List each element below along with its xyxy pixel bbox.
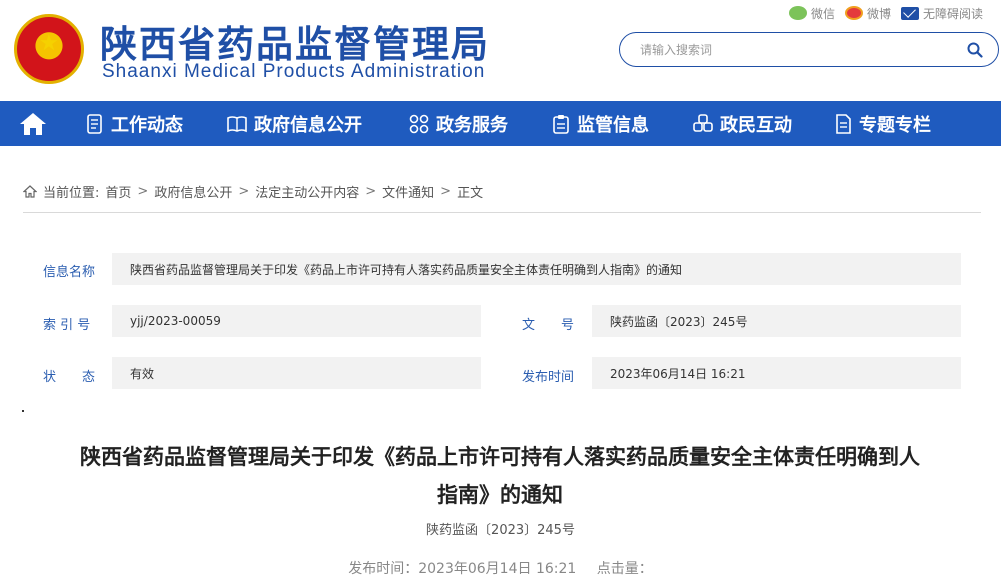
accessibility-label: 无障碍阅读 (922, 6, 983, 21)
breadcrumb-notices[interactable]: 文件通知 (382, 182, 434, 201)
wechat-label: 微信 (810, 6, 835, 21)
nav-item-label: 政民互动 (720, 114, 792, 136)
nav-home[interactable] (0, 101, 66, 146)
nav-item-interaction[interactable]: 政民互动 (693, 101, 792, 146)
info-date-label: 发布时间 (522, 370, 575, 385)
breadcrumb-gov-info[interactable]: 政府信息公开 (154, 182, 232, 201)
nav-item-label: 政务服务 (436, 114, 508, 136)
search-icon[interactable] (967, 42, 983, 58)
info-docno-value: 陕药监函〔2023〕245号 (592, 305, 961, 337)
article-meta: 发布时间：2023年06月14日 16:21 点击量： (0, 558, 1001, 578)
info-name-value: 陕西省药品监督管理局关于印发《药品上市许可持有人落实药品质量安全主体责任明确到人… (112, 253, 961, 285)
wechat-icon (788, 6, 807, 20)
info-docno-label: 文 号 (522, 318, 575, 333)
article-title-line2: 指南》的通知 (437, 483, 563, 507)
accessibility-link[interactable]: 无障碍阅读 (900, 5, 983, 22)
weibo-link[interactable]: 微博 (844, 5, 891, 22)
breadcrumb-prefix: 当前位置: (43, 186, 100, 201)
document-icon (87, 113, 102, 134)
article-title-line1: 陕西省药品监督管理局关于印发《药品上市许可持有人落实药品质量安全主体责任明确到人 (80, 445, 920, 469)
article-clicks-label: 点击量： (596, 561, 653, 577)
article-publish-time: 发布时间：2023年06月14日 16:21 (348, 561, 577, 577)
breadcrumb-home[interactable]: 首页 (105, 182, 131, 201)
site-header: 陕西省药品监督管理局 Shaanxi Medical Products Admi… (0, 0, 1001, 101)
site-title-en: Shaanxi Medical Products Administration (102, 61, 486, 82)
grid-icon (409, 114, 429, 133)
search-box (619, 32, 999, 67)
nav-item-label: 专题专栏 (859, 114, 931, 136)
wechat-link[interactable]: 微信 (788, 5, 835, 22)
info-index-value: yjj/2023-00059 (112, 305, 481, 337)
nav-item-special-topics[interactable]: 专题专栏 (834, 101, 931, 146)
nav-item-gov-services[interactable]: 政务服务 (409, 101, 508, 146)
national-emblem-logo (14, 14, 84, 84)
weibo-icon (844, 6, 863, 20)
article-doc-number: 陕药监函〔2023〕245号 (426, 523, 575, 538)
breadcrumb-current: 正文 (457, 186, 484, 201)
home-icon (20, 112, 46, 135)
article-title: 陕西省药品监督管理局关于印发《药品上市许可持有人落实药品质量安全主体责任明确到人… (40, 438, 960, 514)
info-status-label: 状 态 (43, 370, 96, 385)
main-nav: 工作动态 政府信息公开 政务服务 监管信息 政民互动 专题专栏 (0, 101, 1001, 146)
breadcrumb-separator: > (440, 184, 452, 199)
accessibility-icon (900, 6, 919, 20)
info-name-label: 信息名称 (43, 265, 96, 280)
breadcrumb-separator: > (238, 184, 250, 199)
nav-item-supervision[interactable]: 监管信息 (552, 101, 649, 146)
interaction-icon (693, 113, 713, 132)
search-input[interactable] (640, 39, 940, 61)
header-tools: 微信 微博 无障碍阅读 (788, 4, 983, 22)
info-status-value: 有效 (112, 357, 481, 389)
breadcrumb-separator: > (365, 184, 377, 199)
file-icon (836, 113, 851, 134)
info-index-label: 索 引 号 (43, 318, 91, 333)
book-icon (227, 115, 247, 132)
stray-dot (22, 410, 24, 412)
breadcrumb: 当前位置: 首页 > 政府信息公开 > 法定主动公开内容 > 文件通知 > 正文 (23, 182, 483, 201)
home-icon (23, 185, 37, 198)
weibo-label: 微博 (866, 6, 891, 21)
nav-item-label: 政府信息公开 (254, 114, 362, 136)
breadcrumb-statutory-content[interactable]: 法定主动公开内容 (255, 182, 359, 201)
breadcrumb-divider (23, 212, 981, 213)
nav-item-label: 监管信息 (577, 114, 649, 136)
info-date-value: 2023年06月14日 16:21 (592, 357, 961, 389)
nav-item-gov-info[interactable]: 政府信息公开 (227, 101, 362, 146)
site-title-cn: 陕西省药品监督管理局 (100, 23, 490, 66)
nav-item-label: 工作动态 (111, 114, 183, 136)
nav-item-work-news[interactable]: 工作动态 (86, 101, 183, 146)
clipboard-icon (553, 114, 569, 134)
breadcrumb-separator: > (137, 184, 149, 199)
